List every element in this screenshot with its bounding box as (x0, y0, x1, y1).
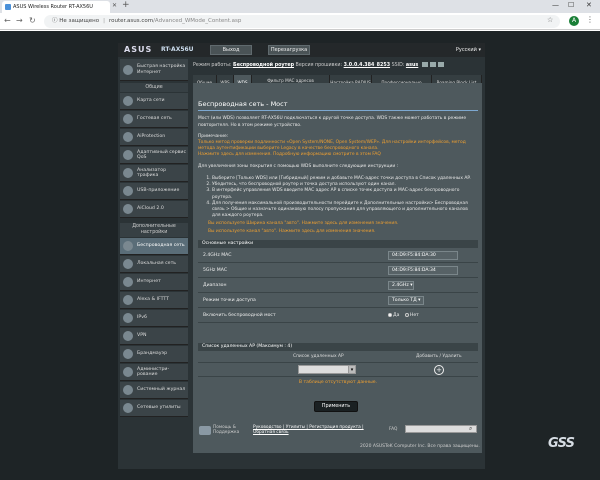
copyright-text: 2020 ASUSTeK Computer Inc. Все права защ… (360, 444, 480, 449)
address-bar: ← → ↻ ⓘ Не защищено | router.asus.com/Adva… (0, 13, 600, 30)
mac5-label: 5GHz MAC (203, 268, 228, 273)
mac5-field: 04:D9:F5:84:DA:34 (388, 266, 458, 275)
browser-tab[interactable]: ASUS Wireless Router RT-AX56U (2, 1, 110, 13)
forward-icon[interactable]: → (16, 16, 23, 25)
remote-ap-columns: Список удаленных AP Добавить / Удалить (198, 351, 478, 363)
channel-warning[interactable]: Вы используете канал "авто". Нажмите зде… (208, 229, 375, 235)
search-icon[interactable]: ⌕ (469, 425, 472, 433)
band-label: Диапазон (203, 283, 227, 288)
note-line[interactable]: Нажмите здесь для изменения. Подробную и… (198, 152, 478, 158)
mac24-row: 2.4GHz MAC 04:D9:F5:84:DA:30 (198, 248, 478, 263)
title-divider (198, 110, 478, 111)
bridge-row: Включить беспроводной мост Да Нет (198, 308, 478, 323)
radio-yes[interactable] (388, 312, 392, 317)
faq-search-input[interactable] (405, 425, 477, 433)
band-value: 2.4GHz (392, 283, 409, 288)
url-path: /Advanced_WMode_Content.asp (153, 18, 242, 24)
apply-button[interactable]: Применить (314, 401, 358, 412)
profile-avatar[interactable]: A (569, 16, 579, 26)
mac24-label: 2.4GHz MAC (203, 253, 232, 258)
remote-ap-header: Список удаленных AP (Максимум : 4) (198, 343, 478, 351)
ap-mode-row: Режим точки доступа Только ТД ▾ (198, 293, 478, 308)
footer: Помощь & Поддержка Руководство | Утилиты… (193, 423, 482, 437)
page-title: Беспроводная сеть - Мост (198, 100, 288, 108)
col-add-remove: Добавить / Удалить (416, 354, 462, 359)
radio-no[interactable] (404, 312, 409, 317)
url-field[interactable]: ⓘ Не защищено | router.asus.com/Advanced_W… (44, 15, 560, 28)
close-window-icon[interactable]: ✕ (586, 1, 592, 9)
help-support-label[interactable]: Помощь & Поддержка (213, 425, 249, 435)
new-tab-icon[interactable]: + (122, 0, 130, 10)
add-icon[interactable]: + (434, 365, 444, 375)
help-icon (199, 426, 211, 435)
asus-favicon-icon (5, 4, 11, 10)
ap-mode-select[interactable]: Только ТД ▾ (388, 296, 424, 305)
remote-ap-input[interactable] (298, 365, 350, 374)
remote-ap-input-row: ▾ + (198, 363, 478, 377)
ap-mode-label: Режим точки доступа (203, 298, 256, 303)
mac5-row: 5GHz MAC 04:D9:F5:84:DA:34 (198, 263, 478, 278)
intro-text: Мост (или WDS) позволяет RT-AX56U подклю… (198, 116, 467, 128)
maximize-icon[interactable]: ☐ (568, 1, 574, 9)
list-item: Для получения максимальной производитель… (212, 201, 474, 220)
steps-list: Выберите [Только WDS] или [Гибридный] ре… (204, 176, 474, 219)
reload-icon[interactable]: ↻ (29, 16, 36, 25)
empty-table-message: В таблице отсутствуют данные. (298, 380, 378, 385)
browser-tab-strip: ASUS Wireless Router RT-AX56U ✕ + — ☐ ✕ (0, 0, 600, 13)
channel-width-warning[interactable]: Вы используете Ширина канала "авто". Наж… (208, 221, 398, 227)
back-icon[interactable]: ← (4, 16, 11, 25)
bridge-radio-group: Да Нет (388, 308, 419, 323)
minimize-icon[interactable]: — (552, 1, 559, 9)
close-tab-icon[interactable]: ✕ (112, 2, 117, 9)
menu-dots-icon[interactable]: ⋮ (586, 15, 594, 24)
band-select[interactable]: 2.4GHz ▾ (388, 281, 414, 290)
radio-yes-label: Да (393, 313, 400, 318)
browser-tab-title: ASUS Wireless Router RT-AX56U (13, 4, 93, 10)
mac24-field: 04:D9:F5:84:DA:30 (388, 251, 458, 260)
faq-label: FAQ (389, 427, 398, 432)
content-layer: Беспроводная сеть - Мост Мост (или WDS) … (118, 43, 485, 469)
footer-links[interactable]: Руководство | Утилиты | Регистрация прод… (253, 425, 373, 435)
chevron-down-icon[interactable]: ▾ (348, 365, 356, 374)
col-remote-ap: Список удаленных AP (293, 354, 344, 359)
page-background: ASUS RT-AX56U Выход Перезагрузка Русский… (0, 31, 600, 480)
list-item: В интерфейс управления WDS введите MAC а… (212, 188, 474, 200)
bridge-label: Включить беспроводной мост (203, 313, 276, 318)
radio-no-label: Нет (409, 313, 419, 318)
url-host: router.asus.com (108, 18, 154, 24)
steps-intro: Для увеличения зоны покрытия с помощью W… (198, 164, 399, 169)
basic-settings-header: Основные настройки (198, 240, 478, 248)
bookmark-star-icon[interactable]: ☆ (547, 16, 553, 24)
ap-mode-value: Только ТД (392, 298, 417, 303)
note-block: Примечание: Только метод проверки подлин… (198, 134, 478, 158)
band-row: Диапазон 2.4GHz ▾ (198, 278, 478, 293)
site-watermark-logo: GSS (548, 436, 575, 451)
security-label: Не защищено (59, 18, 100, 24)
